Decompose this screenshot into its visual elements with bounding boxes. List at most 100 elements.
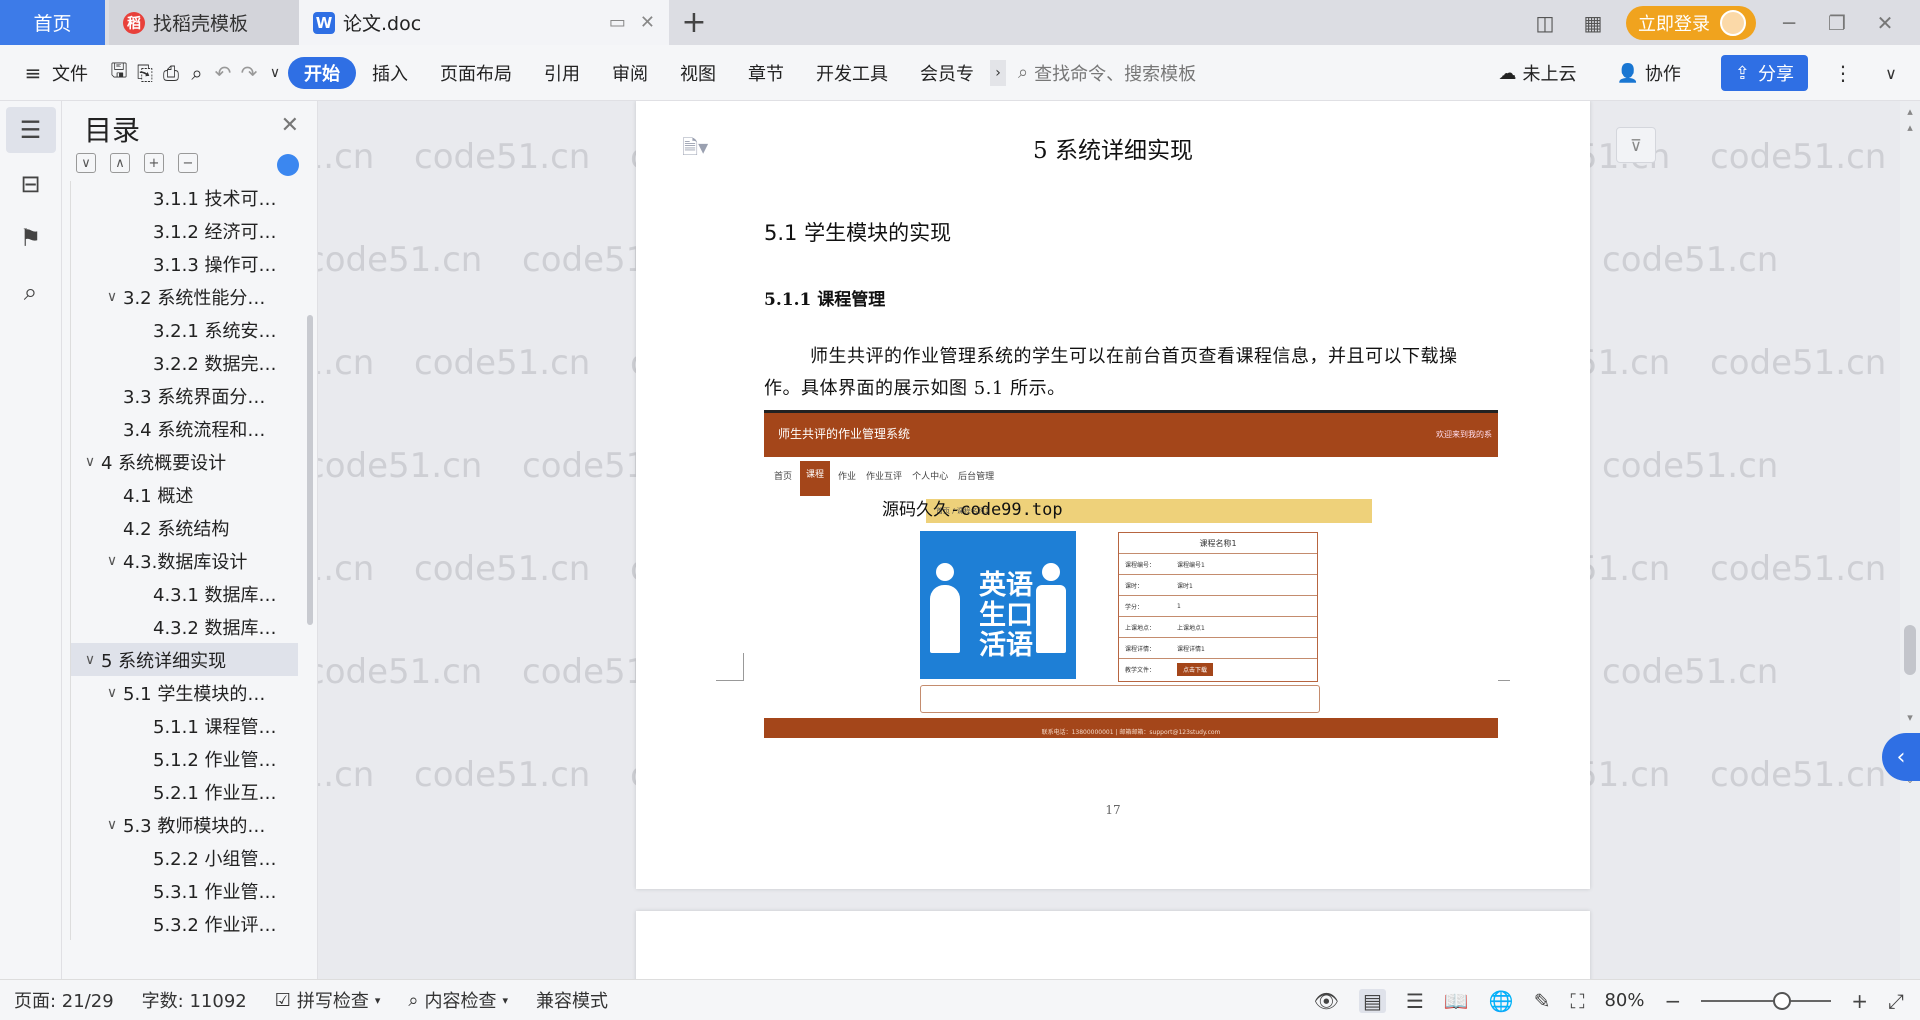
content-check-button[interactable]: ⌕ 内容检查 ▾ — [408, 987, 508, 1013]
find-icon[interactable]: ⌕ — [6, 269, 56, 315]
tab-home[interactable]: 首页 — [0, 0, 105, 45]
tab-view[interactable]: 视图 — [664, 57, 732, 89]
next-page[interactable] — [636, 911, 1590, 979]
chevron-down-icon[interactable]: ∨ — [103, 553, 121, 569]
toc-item[interactable]: ∨ 5.3 教师模块的… — [71, 808, 298, 841]
zoom-out-icon[interactable]: − — [1664, 989, 1681, 1013]
tab-developer[interactable]: 开发工具 — [800, 57, 904, 89]
tab-chapter[interactable]: 章节 — [732, 57, 800, 89]
scroll-top-icon[interactable]: ▴ — [1904, 121, 1916, 134]
tab-review[interactable]: 审阅 — [596, 57, 664, 89]
cloud-status[interactable]: ☁ 未上云 — [1498, 60, 1576, 86]
grid-apps-icon[interactable]: ▦ — [1578, 8, 1608, 38]
print-preview-icon[interactable]: ⌕ — [184, 60, 210, 86]
print-icon[interactable]: ⎙ — [158, 60, 184, 86]
write-mode-icon[interactable]: ✎ — [1534, 989, 1551, 1013]
chevron-down-icon[interactable]: ∨ — [81, 652, 99, 668]
more-quick-icon[interactable]: ∨ — [262, 60, 288, 86]
collapse-panel-icon[interactable]: ⊽ — [1616, 127, 1656, 163]
save-icon[interactable]: 🖫 — [106, 58, 132, 86]
toc-item[interactable]: ∨ 3.2 系统性能分… — [71, 280, 298, 313]
collapse-all-icon[interactable]: ∧ — [110, 153, 130, 173]
tab-template[interactable]: 稻 找稻壳模板 — [109, 0, 299, 45]
chevron-down-icon[interactable]: ∨ — [103, 685, 121, 701]
bookmark-icon[interactable]: ⚑ — [6, 215, 56, 261]
toc-item[interactable]: 3.3 系统界面分… — [71, 379, 298, 412]
chapter-nav-icon[interactable]: ⊟ — [6, 161, 56, 207]
toc-item[interactable]: ∨ 5.1 学生模块的… — [71, 676, 298, 709]
figure-screenshot[interactable]: 师生共评的作业管理系统 欢迎来到我的系 首页 课程 作业 作业互评 个人中心 后… — [764, 410, 1498, 774]
zoom-level[interactable]: 80% — [1604, 990, 1644, 1011]
zoom-in-icon[interactable]: + — [1851, 989, 1868, 1013]
restore-icon[interactable]: ❐ — [1822, 11, 1852, 35]
toc-item[interactable]: 3.2.2 数据完… — [71, 346, 298, 379]
toc-item[interactable]: 5.1.2 作业管… — [71, 742, 298, 775]
toc-item[interactable]: 3.4 系统流程和… — [71, 412, 298, 445]
zoom-slider[interactable] — [1701, 991, 1832, 1010]
toc-item[interactable]: 5.3.2 作业评… — [71, 907, 298, 940]
remove-heading-icon[interactable]: − — [178, 153, 198, 173]
toc-item[interactable]: 5.3.1 作业管… — [71, 874, 298, 907]
share-button[interactable]: ⇪ 分享 — [1720, 55, 1808, 91]
toc-item[interactable]: 3.1.1 技术可… — [71, 181, 298, 214]
toc-item[interactable]: 3.1.2 经济可… — [71, 214, 298, 247]
tab-start[interactable]: 开始 — [288, 56, 356, 89]
more-icon[interactable]: ⋮ — [1830, 60, 1856, 86]
scroll-down-icon[interactable]: ▾ — [1904, 711, 1916, 724]
toc-item[interactable]: 4.1 概述 — [71, 478, 298, 511]
file-menu[interactable]: ≡ 文件 — [20, 60, 88, 86]
toc-item[interactable]: 5.2.1 作业互… — [71, 775, 298, 808]
zoom-slider-handle[interactable] — [1773, 991, 1792, 1010]
tab-member[interactable]: 会员专 — [904, 57, 990, 89]
add-heading-icon[interactable]: + — [144, 153, 164, 173]
redo-icon[interactable]: ↷ — [236, 60, 262, 86]
login-button[interactable]: 立即登录 — [1626, 5, 1756, 40]
export-pdf-icon[interactable]: ⎘ — [132, 60, 158, 86]
chevron-down-icon[interactable]: ∨ — [103, 289, 121, 305]
toc-item[interactable]: 3.2.1 系统安… — [71, 313, 298, 346]
expand-all-icon[interactable]: ∨ — [76, 153, 96, 173]
screen-icon[interactable]: ▭ — [609, 12, 626, 33]
add-tab-button[interactable]: + — [669, 0, 719, 45]
scrollbar-thumb[interactable] — [1904, 625, 1916, 675]
toc-item[interactable]: ∨ 4.3.数据库设计 — [71, 544, 298, 577]
toc-item[interactable]: 3.1.3 操作可… — [71, 247, 298, 280]
fit-page-icon[interactable]: ⛶ — [1570, 989, 1584, 1013]
toc-item[interactable]: 4.3.1 数据库… — [71, 577, 298, 610]
outline-view-icon[interactable]: ☰ — [1406, 989, 1424, 1013]
page-indicator[interactable]: 页面: 21/29 — [14, 987, 114, 1013]
word-count[interactable]: 字数: 11092 — [142, 987, 247, 1013]
tab-document[interactable]: W 论文.doc ▭ ✕ — [299, 0, 669, 45]
vertical-scrollbar[interactable]: ▴ ▴ ▾ ⌃ ○ ⌄ — [1900, 101, 1920, 979]
close-window-icon[interactable]: ✕ — [1870, 11, 1900, 35]
chevron-down-icon[interactable]: ∨ — [81, 454, 99, 470]
toc-item[interactable]: 5.1.1 课程管… — [71, 709, 298, 742]
reading-view-icon[interactable]: 📖 — [1444, 989, 1469, 1013]
collaborate-button[interactable]: 👤 协作 — [1616, 60, 1680, 86]
spell-check-button[interactable]: ☑ 拼写检查 ▾ — [275, 987, 381, 1013]
minimize-icon[interactable]: ─ — [1774, 11, 1804, 35]
eye-protection-icon[interactable]: 👁 — [1314, 989, 1339, 1013]
ai-assistant-icon[interactable] — [277, 154, 299, 176]
chevron-down-icon[interactable]: ∨ — [103, 817, 121, 833]
toc-item[interactable]: ∨ 5 系统详细实现 — [71, 643, 298, 676]
command-search[interactable]: ⌕ 查找命令、搜索模板 — [1018, 60, 1196, 86]
document-page[interactable]: 🗎▾ 5 系统详细实现 5.1 学生模块的实现 5.1.1 课程管理 师生共评的… — [636, 101, 1590, 889]
close-icon[interactable]: ✕ — [281, 113, 299, 138]
tab-insert[interactable]: 插入 — [356, 57, 424, 89]
toc-item[interactable]: 4.3.2 数据库… — [71, 610, 298, 643]
toc-panel-icon[interactable]: ☰ — [5, 107, 56, 153]
ribbon-scroll-right-icon[interactable]: › — [990, 59, 1006, 86]
tab-layout[interactable]: 页面布局 — [424, 57, 528, 89]
toc-scrollbar[interactable] — [307, 315, 313, 625]
page-view-icon[interactable]: ▤ — [1359, 988, 1386, 1013]
layout-icon[interactable]: ◫ — [1530, 8, 1560, 38]
toc-item[interactable]: ∨ 4 系统概要设计 — [71, 445, 298, 478]
scroll-up-icon[interactable]: ▴ — [1904, 105, 1916, 118]
web-view-icon[interactable]: 🌐 — [1489, 989, 1514, 1013]
tab-reference[interactable]: 引用 — [528, 57, 596, 89]
collapse-ribbon-icon[interactable]: ∨ — [1878, 60, 1904, 86]
undo-icon[interactable]: ↶ — [210, 60, 236, 86]
toc-item[interactable]: 4.2 系统结构 — [71, 511, 298, 544]
side-panel-toggle-icon[interactable]: ‹ — [1882, 733, 1920, 781]
